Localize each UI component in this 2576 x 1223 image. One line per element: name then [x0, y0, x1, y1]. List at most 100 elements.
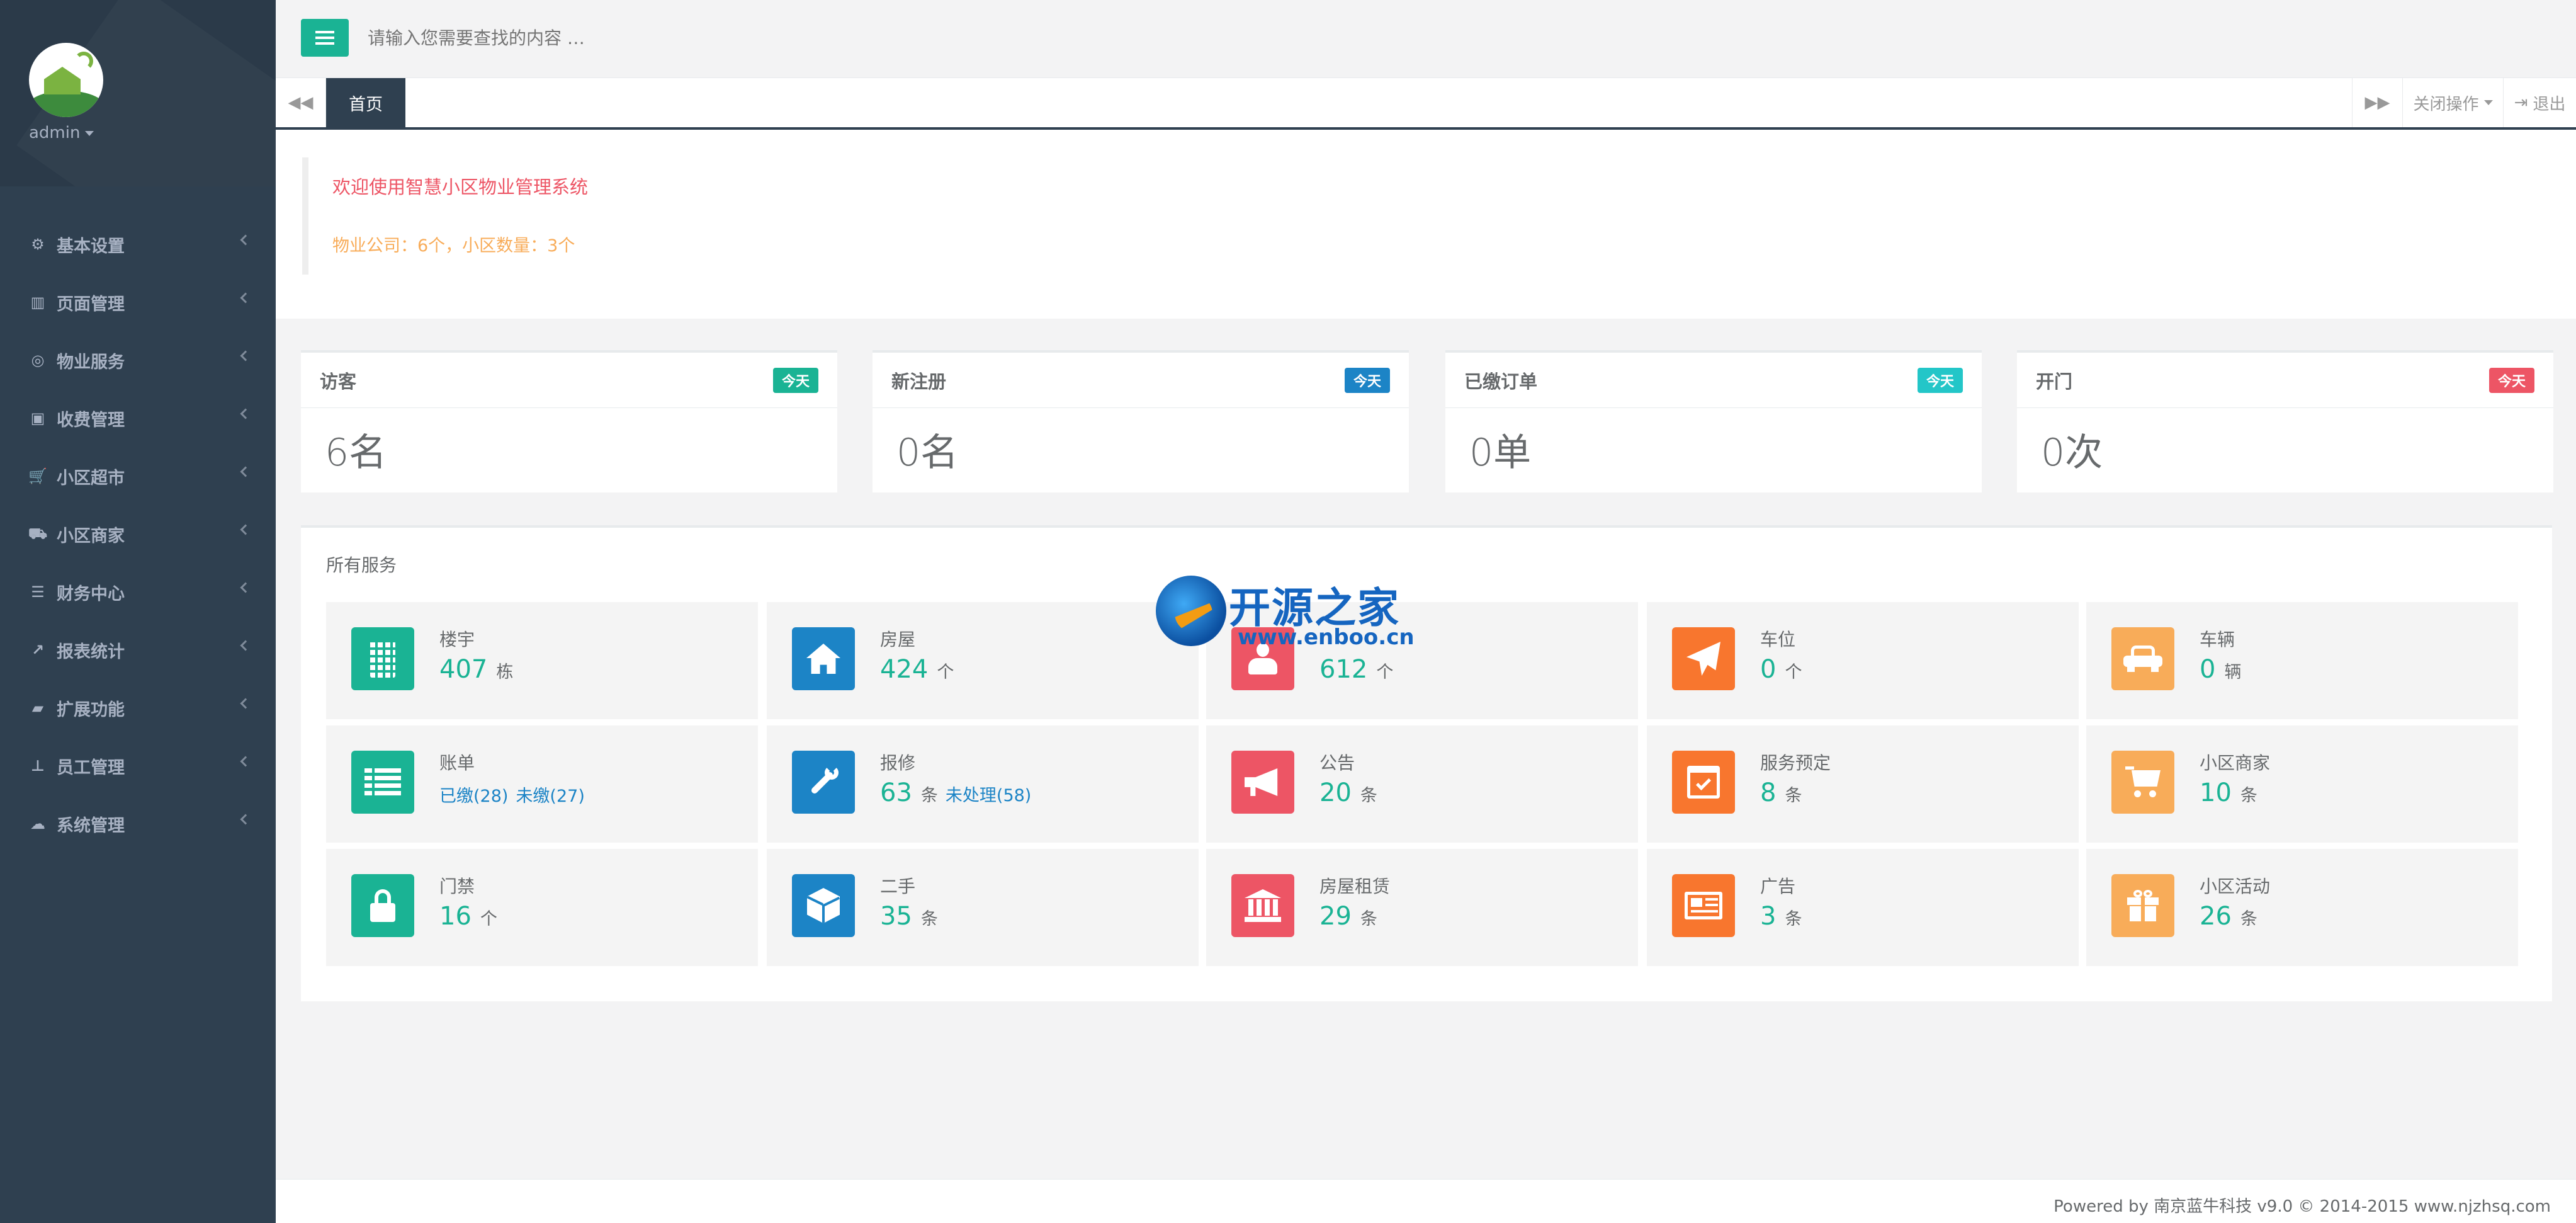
- sidebar-item-finance[interactable]: ☰ 财务中心: [0, 563, 276, 621]
- service-count: 612: [1319, 655, 1368, 684]
- folder-open-icon: ▰: [31, 699, 44, 717]
- sidebar-item-system[interactable]: ☁ 系统管理: [0, 795, 276, 853]
- service-name: 二手: [880, 876, 916, 897]
- stat-title: 已缴订单: [1464, 370, 1538, 392]
- service-unit: 条: [1360, 786, 1377, 805]
- sidebar-item-label: 物业服务: [57, 352, 125, 372]
- columns-icon: ▥: [30, 293, 45, 311]
- sidebar-item-property-service[interactable]: ◎ 物业服务: [0, 331, 276, 389]
- footer-copyright: Powered by 南京蓝牛科技 v9.0 © 2014-2015 www.n…: [2053, 1197, 2551, 1216]
- menu-toggle-button[interactable]: [301, 19, 349, 57]
- sidebar-item-label: 页面管理: [57, 294, 125, 314]
- service-tile-repairs[interactable]: 报修 63 条未处理(58): [767, 725, 1199, 843]
- services-panel: 所有服务 楼宇 407 栋 房屋 424 个 612 个 车位 0个 车辆 0 …: [301, 525, 2552, 1001]
- service-count: 10: [2200, 778, 2232, 807]
- tab-scroll-right-button[interactable]: ▶▶: [2352, 78, 2402, 127]
- sidebar-item-label: 小区商家: [57, 526, 125, 546]
- footer: Powered by 南京蓝牛科技 v9.0 © 2014-2015 www.n…: [276, 1179, 2576, 1223]
- service-tile-notices[interactable]: 公告 20 条: [1206, 725, 1638, 843]
- service-tile-merchants[interactable]: 小区商家 10 条: [2086, 725, 2518, 843]
- cube-icon: [792, 874, 855, 937]
- service-tile-houses[interactable]: 房屋 424 个: [767, 602, 1199, 719]
- sidebar-item-label: 小区超市: [57, 468, 125, 488]
- close-operations-dropdown[interactable]: 关闭操作: [2402, 78, 2503, 127]
- service-tile-activities[interactable]: 小区活动 26 条: [2086, 849, 2518, 966]
- bank-icon: [1231, 874, 1294, 937]
- paid-bills-link[interactable]: 已缴(28): [439, 787, 508, 806]
- sidebar-item-billing[interactable]: ▣ 收费管理: [0, 389, 276, 447]
- user-menu[interactable]: admin: [29, 123, 94, 142]
- service-tile-ads[interactable]: 广告 3条: [1647, 849, 2079, 966]
- close-operations-label: 关闭操作: [2413, 94, 2479, 114]
- stat-card-visitors: 访客 今天 6名: [301, 350, 837, 492]
- tabs-bar: ◀◀ 首页 ▶▶ 关闭操作 ⇥ 退出: [276, 78, 2576, 130]
- caret-down-icon: [2483, 100, 2493, 105]
- bullhorn-icon: [1231, 751, 1294, 814]
- stat-value: 6名: [325, 431, 387, 475]
- service-tile-rentals[interactable]: 房屋租赁 29 条: [1206, 849, 1638, 966]
- money-icon: ▣: [30, 409, 45, 427]
- service-count: 20: [1319, 778, 1352, 807]
- backward-icon: ◀◀: [288, 93, 314, 112]
- sidebar-item-label: 报表统计: [57, 642, 125, 662]
- service-count: 407: [439, 655, 488, 684]
- sidebar-nav: ⚙ 基本设置 ▥ 页面管理 ◎ 物业服务 ▣ 收费管理 🛒 小区超市 ⛟ 小区商家 ☰ 财务中…: [0, 215, 276, 853]
- avatar[interactable]: [29, 43, 103, 117]
- service-tile-buildings[interactable]: 楼宇 407 栋: [326, 602, 758, 719]
- sidebar-item-label: 员工管理: [57, 758, 125, 778]
- service-unit: 条: [2240, 909, 2257, 929]
- unprocessed-repairs-link[interactable]: 未处理(58): [946, 786, 1031, 805]
- unpaid-bills-link[interactable]: 未缴(27): [516, 787, 584, 806]
- sidebar-item-staff[interactable]: ⊥ 员工管理: [0, 737, 276, 795]
- tab-home[interactable]: 首页: [326, 78, 405, 127]
- chevron-left-icon: [240, 640, 251, 651]
- service-name: 车辆: [2200, 629, 2235, 650]
- service-count: 424: [880, 655, 929, 684]
- line-chart-icon: ↗: [31, 641, 45, 659]
- service-unit: 个: [937, 663, 954, 682]
- cart-icon: 🛒: [28, 467, 47, 485]
- sidebar-item-supermarket[interactable]: 🛒 小区超市: [0, 447, 276, 505]
- lock-icon: [351, 874, 414, 937]
- profile-panel: admin: [0, 0, 276, 186]
- watermark-logo: [1156, 576, 1226, 646]
- service-tile-access-control[interactable]: 门禁 16 个: [326, 849, 758, 966]
- sidebar-item-reports[interactable]: ↗ 报表统计: [0, 621, 276, 679]
- service-tile-parking-spaces[interactable]: 车位 0个: [1647, 602, 2079, 719]
- chevron-left-icon: [240, 524, 251, 535]
- avatar-hill-shape: [29, 91, 103, 117]
- service-tile-second-hand[interactable]: 二手 35 条: [767, 849, 1199, 966]
- today-badge: 今天: [1344, 367, 1390, 393]
- service-tile-vehicles[interactable]: 车辆 0辆: [2086, 602, 2518, 719]
- stat-value: 0次: [2041, 431, 2103, 475]
- bars-icon: [315, 31, 334, 45]
- stat-card-door-opens: 开门 今天 0次: [2017, 350, 2553, 492]
- user-name: admin: [29, 123, 81, 142]
- chevron-left-icon: [240, 582, 251, 593]
- logout-button[interactable]: ⇥ 退出: [2503, 78, 2576, 127]
- sidebar-item-label: 扩展功能: [57, 700, 125, 720]
- sidebar-item-basic-settings[interactable]: ⚙ 基本设置: [0, 215, 276, 273]
- life-ring-icon: ◎: [31, 351, 45, 369]
- search-input[interactable]: [368, 19, 934, 57]
- database-icon: ☰: [31, 583, 45, 601]
- services-title: 所有服务: [326, 555, 397, 576]
- sidebar-item-merchants[interactable]: ⛟ 小区商家: [0, 505, 276, 563]
- service-unit: 辆: [2224, 663, 2242, 682]
- sidebar-item-page-management[interactable]: ▥ 页面管理: [0, 273, 276, 331]
- service-tile-bills[interactable]: 账单 已缴(28) 未缴(27): [326, 725, 758, 843]
- today-badge: 今天: [2488, 367, 2534, 393]
- logout-label: 退出: [2533, 94, 2566, 114]
- tab-scroll-left-button[interactable]: ◀◀: [276, 78, 326, 127]
- service-name: 广告: [1760, 876, 1796, 897]
- service-count: 0: [2200, 655, 2216, 684]
- welcome-title: 欢迎使用智慧小区物业管理系统: [332, 176, 589, 198]
- chevron-left-icon: [240, 466, 251, 477]
- service-count: 26: [2200, 902, 2232, 931]
- service-unit: 栋: [496, 663, 514, 682]
- service-count: 0: [1760, 655, 1777, 684]
- service-name: 车位: [1760, 629, 1796, 650]
- service-count: 3: [1760, 902, 1777, 931]
- sidebar-item-extensions[interactable]: ▰ 扩展功能: [0, 679, 276, 737]
- service-tile-service-booking[interactable]: 服务预定 8条: [1647, 725, 2079, 843]
